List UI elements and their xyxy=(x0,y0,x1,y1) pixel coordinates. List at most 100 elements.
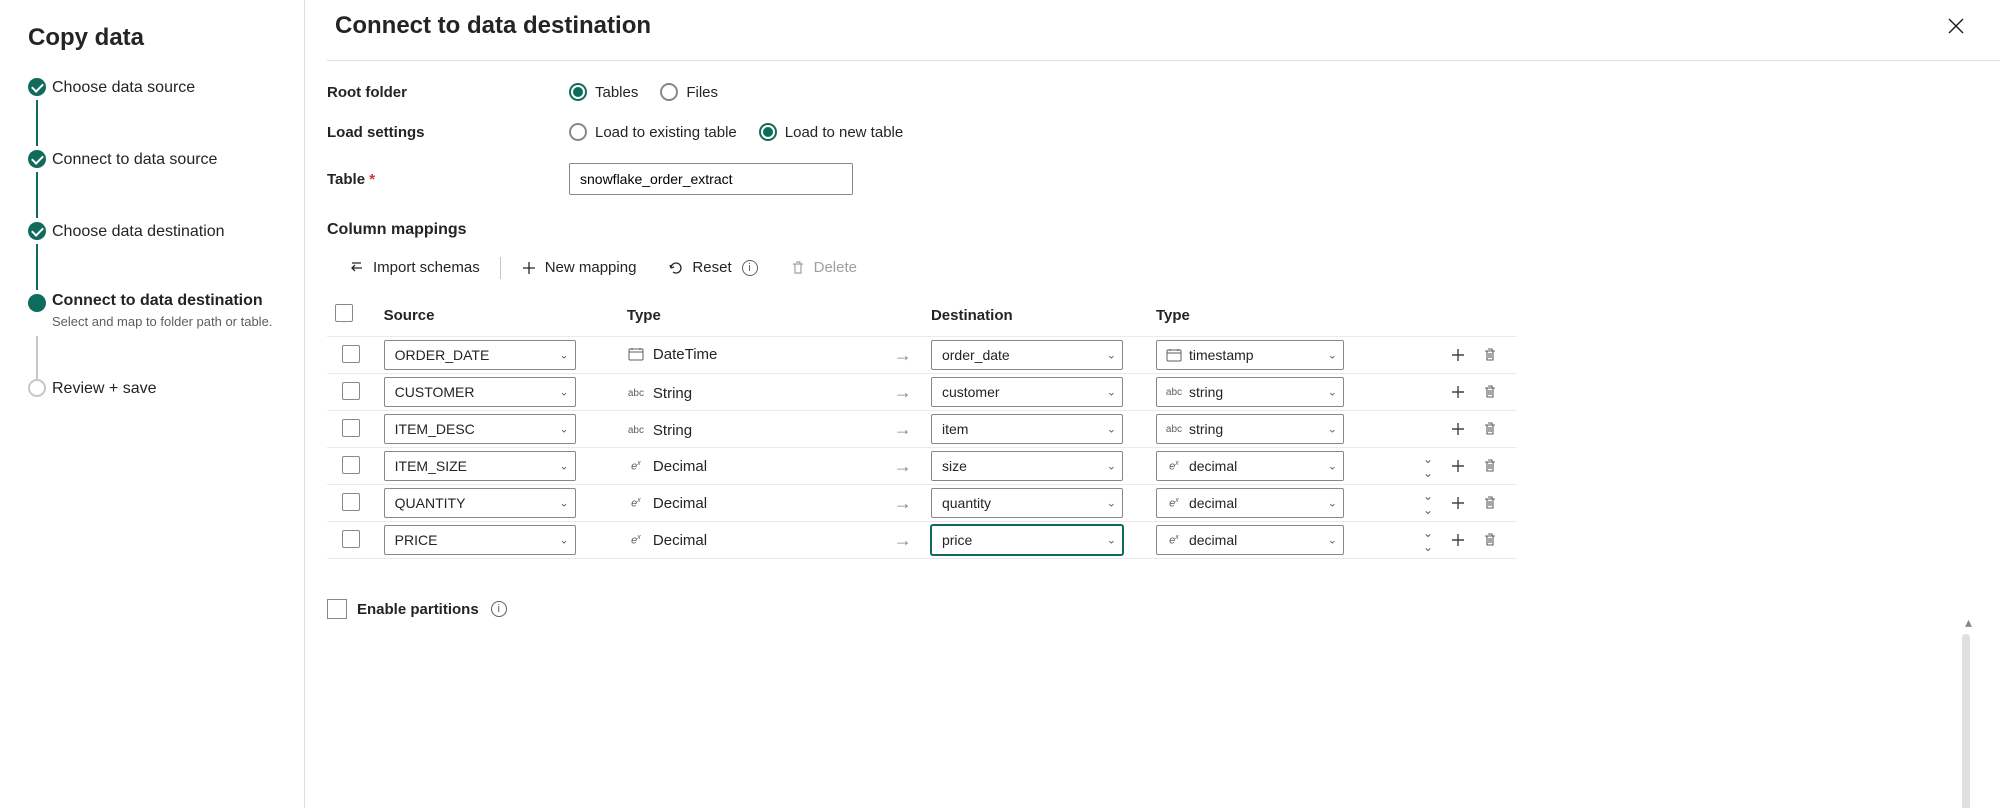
source-column-select[interactable]: ITEM_SIZE⌄ xyxy=(384,451,576,481)
load-settings-label: Load settings xyxy=(327,124,557,141)
destination-column-select[interactable]: size⌄ xyxy=(931,451,1123,481)
destination-type-select[interactable]: abc string ⌄ xyxy=(1156,414,1344,444)
table-row: PRICE⌄ ex Decimal → price⌄ ex decimal ⌄ … xyxy=(327,522,1517,559)
options-toggle[interactable]: ⌄⌄ xyxy=(1421,489,1435,517)
add-row-button[interactable] xyxy=(1449,457,1467,475)
destination-type-select[interactable]: timestamp ⌄ xyxy=(1156,340,1344,370)
add-row-button[interactable] xyxy=(1449,531,1467,549)
delete-row-button[interactable] xyxy=(1481,346,1499,364)
plus-icon xyxy=(521,260,537,276)
type-icon: abc xyxy=(1165,421,1183,437)
radio-tables[interactable]: Tables xyxy=(569,83,638,101)
radio-load-new[interactable]: Load to new table xyxy=(759,123,903,141)
scrollbar[interactable] xyxy=(1962,634,1970,808)
destination-type-select[interactable]: ex decimal ⌄ xyxy=(1156,488,1344,518)
destination-column-select[interactable]: item⌄ xyxy=(931,414,1123,444)
delete-row-button[interactable] xyxy=(1481,531,1499,549)
enable-partitions-checkbox[interactable] xyxy=(327,599,347,619)
chevron-down-icon: ⌄ xyxy=(1328,349,1337,362)
radio-files[interactable]: Files xyxy=(660,83,718,101)
type-icon: abc xyxy=(627,422,645,438)
chevron-down-icon: ⌄ xyxy=(1328,460,1337,473)
root-folder-radio-group: Tables Files xyxy=(569,83,718,101)
add-row-button[interactable] xyxy=(1449,346,1467,364)
type-icon: ex xyxy=(627,496,645,512)
table-row: ITEM_SIZE⌄ ex Decimal → size⌄ ex decimal… xyxy=(327,448,1517,485)
type-icon: ex xyxy=(627,533,645,549)
destination-column-select[interactable]: order_date⌄ xyxy=(931,340,1123,370)
info-icon: i xyxy=(742,260,758,276)
row-checkbox[interactable] xyxy=(342,530,360,548)
current-step-icon xyxy=(28,294,46,312)
add-row-button[interactable] xyxy=(1449,494,1467,512)
column-mappings-title: Column mappings xyxy=(327,221,1976,239)
type-icon: ex xyxy=(1165,532,1183,548)
delete-row-button[interactable] xyxy=(1481,420,1499,438)
destination-column-select[interactable]: price⌄ xyxy=(931,525,1123,555)
type-icon: ex xyxy=(1165,495,1183,511)
close-button[interactable] xyxy=(1942,12,1970,40)
add-row-button[interactable] xyxy=(1449,383,1467,401)
step-review-save[interactable]: Review + save xyxy=(28,375,284,403)
chevron-down-icon: ⌄ xyxy=(559,497,568,510)
radio-load-existing[interactable]: Load to existing table xyxy=(569,123,737,141)
row-checkbox[interactable] xyxy=(342,345,360,363)
radio-unchecked-icon xyxy=(660,83,678,101)
destination-type-select[interactable]: ex decimal ⌄ xyxy=(1156,525,1344,555)
delete-row-button[interactable] xyxy=(1481,494,1499,512)
arrow-right-icon: → xyxy=(894,493,912,513)
step-connect-data-destination[interactable]: Connect to data destination Select and m… xyxy=(28,290,284,331)
source-column-select[interactable]: ITEM_DESC⌄ xyxy=(384,414,576,444)
source-column-select[interactable]: ORDER_DATE⌄ xyxy=(384,340,576,370)
reset-icon xyxy=(668,260,684,276)
import-icon xyxy=(349,260,365,276)
col-header-type: Type xyxy=(619,294,883,337)
destination-column-select[interactable]: customer⌄ xyxy=(931,377,1123,407)
row-checkbox[interactable] xyxy=(342,456,360,474)
table-label: Table * xyxy=(327,171,557,188)
add-row-button[interactable] xyxy=(1449,420,1467,438)
type-icon: abc xyxy=(1165,384,1183,400)
table-row: CUSTOMER⌄ abc String → customer⌄ abc str… xyxy=(327,374,1517,411)
col-header-destination: Destination xyxy=(923,294,1148,337)
step-choose-data-source[interactable]: Choose data source xyxy=(28,74,284,102)
options-toggle[interactable]: ⌄⌄ xyxy=(1421,526,1435,554)
destination-type-select[interactable]: abc string ⌄ xyxy=(1156,377,1344,407)
wizard-title: Copy data xyxy=(28,24,284,52)
chevron-down-icon: ⌄ xyxy=(1107,497,1116,510)
arrow-right-icon: → xyxy=(894,530,912,550)
root-folder-label: Root folder xyxy=(327,84,557,101)
options-toggle[interactable]: ⌄⌄ xyxy=(1421,452,1435,480)
source-type-label: DateTime xyxy=(627,346,717,363)
select-all-checkbox[interactable] xyxy=(335,304,353,322)
delete-button[interactable]: Delete xyxy=(774,253,873,282)
destination-column-select[interactable]: quantity⌄ xyxy=(931,488,1123,518)
source-column-select[interactable]: PRICE⌄ xyxy=(384,525,576,555)
reset-button[interactable]: Reset i xyxy=(652,253,773,282)
row-checkbox[interactable] xyxy=(342,493,360,511)
row-checkbox[interactable] xyxy=(342,382,360,400)
source-column-select[interactable]: CUSTOMER⌄ xyxy=(384,377,576,407)
chevron-down-icon: ⌄ xyxy=(559,460,568,473)
destination-type-select[interactable]: ex decimal ⌄ xyxy=(1156,451,1344,481)
chevron-down-icon: ⌄ xyxy=(559,534,568,547)
type-icon xyxy=(627,346,645,362)
step-connect-data-source[interactable]: Connect to data source xyxy=(28,146,284,174)
delete-row-button[interactable] xyxy=(1481,457,1499,475)
scroll-up-icon[interactable]: ▴ xyxy=(1965,614,1972,631)
table-name-input[interactable] xyxy=(569,163,853,195)
import-schemas-button[interactable]: Import schemas xyxy=(333,253,496,282)
chevron-down-icon: ⌄ xyxy=(1328,534,1337,547)
check-icon xyxy=(28,222,46,240)
new-mapping-button[interactable]: New mapping xyxy=(505,253,653,282)
row-checkbox[interactable] xyxy=(342,419,360,437)
step-choose-data-destination[interactable]: Choose data destination xyxy=(28,218,284,246)
arrow-right-icon: → xyxy=(894,456,912,476)
source-column-select[interactable]: QUANTITY⌄ xyxy=(384,488,576,518)
type-icon: abc xyxy=(627,385,645,401)
source-type-label: abc String xyxy=(627,422,692,439)
table-row: ITEM_DESC⌄ abc String → item⌄ abc string… xyxy=(327,411,1517,448)
radio-checked-icon xyxy=(759,123,777,141)
delete-row-button[interactable] xyxy=(1481,383,1499,401)
info-icon[interactable]: i xyxy=(491,601,507,617)
